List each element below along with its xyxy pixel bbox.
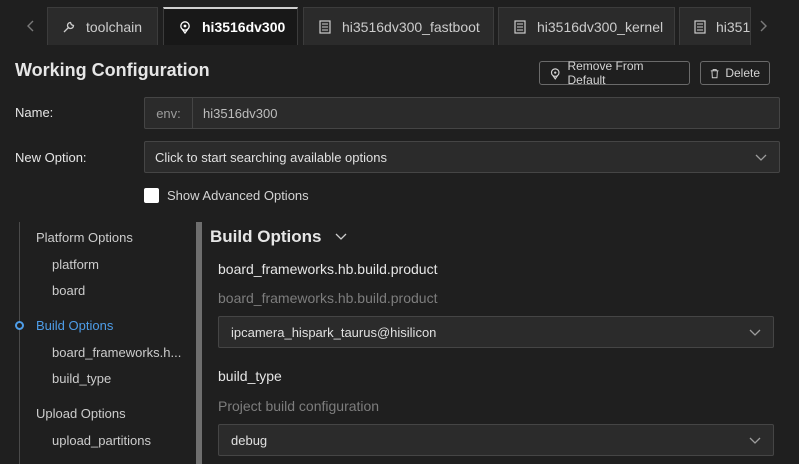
tab-toolchain[interactable]: toolchain xyxy=(47,7,158,45)
scroll-tabs-right-button[interactable] xyxy=(750,7,776,45)
tab-hi3516dv300-kernel[interactable]: hi3516dv300_kernel xyxy=(498,7,675,45)
tab-label: toolchain xyxy=(86,18,143,35)
show-advanced-options[interactable]: Show Advanced Options xyxy=(144,188,309,203)
name-field[interactable]: env: hi3516dv300 xyxy=(144,97,780,129)
chevron-down-icon xyxy=(749,437,761,444)
nav-upload-partitions[interactable]: upload_partitions xyxy=(52,433,151,448)
tab-hi3516dv300-upload[interactable]: hi3516dv300_upload xyxy=(679,7,751,45)
location-pin-icon xyxy=(550,67,560,80)
build-type-select[interactable]: debug xyxy=(218,424,774,456)
editor-tab-bar: toolchain hi3516dv300 hi3516dv300_fastbo… xyxy=(0,0,799,48)
nav-platform-options[interactable]: Platform Options xyxy=(36,230,133,245)
product-select[interactable]: ipcamera_hispark_taurus@hisilicon xyxy=(218,316,774,348)
section-title[interactable]: Build Options xyxy=(210,227,347,247)
nav-platform[interactable]: platform xyxy=(52,257,99,272)
tab-label: hi3516dv300_upload xyxy=(716,18,751,35)
nav-build-options[interactable]: Build Options xyxy=(36,318,113,333)
tab-label: hi3516dv300_kernel xyxy=(537,18,664,35)
tab-hi3516dv300-fastboot[interactable]: hi3516dv300_fastboot xyxy=(303,7,494,45)
tab-hi3516dv300[interactable]: hi3516dv300 xyxy=(163,7,298,45)
delete-label: Delete xyxy=(725,66,760,80)
chevron-down-icon xyxy=(335,233,347,240)
env-prefix: env: xyxy=(145,98,193,128)
nav-timeline xyxy=(19,222,20,464)
new-option-label: New Option: xyxy=(15,150,87,165)
remove-from-default-label: Remove From Default xyxy=(567,59,644,87)
name-label: Name: xyxy=(15,105,54,120)
tab-label: hi3516dv300_fastboot xyxy=(342,18,480,35)
chevron-down-icon xyxy=(755,154,767,161)
option-name: build_type xyxy=(218,368,282,384)
nav-board[interactable]: board xyxy=(52,283,85,298)
option-description: Project build configuration xyxy=(218,398,380,414)
document-icon xyxy=(694,19,706,34)
nav-build-type[interactable]: build_type xyxy=(52,371,111,386)
document-icon xyxy=(513,19,527,34)
show-advanced-label: Show Advanced Options xyxy=(167,188,309,203)
delete-button[interactable]: Delete xyxy=(700,61,770,85)
tab-label: hi3516dv300 xyxy=(202,19,286,35)
page-title: Working Configuration xyxy=(15,60,210,80)
location-pin-icon xyxy=(178,20,192,34)
option-name: board_frameworks.hb.build.product xyxy=(218,261,438,277)
new-option-select[interactable]: Click to start searching available optio… xyxy=(144,141,780,173)
option-description: board_frameworks.hb.build.product xyxy=(218,290,438,306)
wrench-icon xyxy=(62,20,76,34)
build-type-select-value: debug xyxy=(231,432,268,448)
trash-icon xyxy=(710,68,719,78)
env-name-input[interactable]: hi3516dv300 xyxy=(203,98,277,128)
remove-from-default-button[interactable]: Remove From Default xyxy=(539,59,690,87)
show-advanced-checkbox[interactable] xyxy=(144,188,159,203)
chevron-left-icon xyxy=(27,20,34,32)
product-select-value: ipcamera_hispark_taurus@hisilicon xyxy=(231,324,437,340)
active-section-indicator xyxy=(15,321,24,330)
nav-upload-options[interactable]: Upload Options xyxy=(36,406,126,421)
section-title-text: Build Options xyxy=(210,227,322,246)
document-icon xyxy=(318,19,332,34)
chevron-right-icon xyxy=(760,20,767,32)
chevron-down-icon xyxy=(749,329,761,336)
new-option-placeholder: Click to start searching available optio… xyxy=(155,149,387,165)
nav-board-frameworks-product[interactable]: board_frameworks.h... xyxy=(52,345,181,360)
scroll-tabs-left-button[interactable] xyxy=(18,7,44,45)
nav-scrollbar[interactable] xyxy=(196,222,202,464)
